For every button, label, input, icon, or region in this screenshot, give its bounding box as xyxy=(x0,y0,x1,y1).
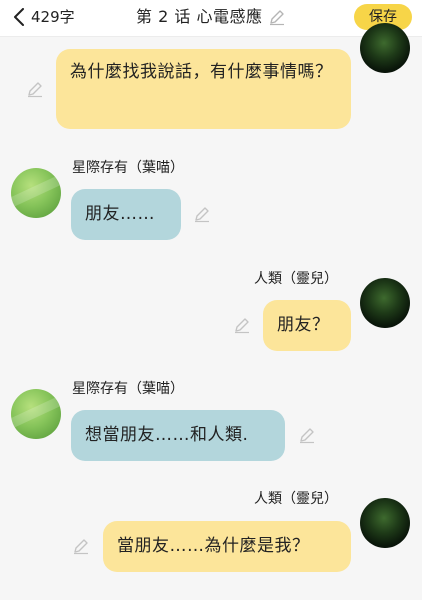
edit-message-icon[interactable] xyxy=(298,426,316,444)
avatar[interactable] xyxy=(11,389,61,439)
speaker-name: 星際存有（葉喵） xyxy=(72,381,184,397)
avatar[interactable] xyxy=(11,168,61,218)
speaker-name: 人類（靈兒） xyxy=(254,271,338,287)
word-count: 429字 xyxy=(31,8,75,26)
edit-message-icon[interactable] xyxy=(233,316,251,334)
chevron-left-icon xyxy=(14,8,24,26)
chapter-title-area[interactable]: 第 2 话 心電感應 xyxy=(136,6,286,28)
edit-message-icon[interactable] xyxy=(193,205,211,223)
speaker-name: 星際存有（葉喵） xyxy=(72,160,184,176)
message-bubble[interactable]: 為什麼找我說話，有什麼事情嗎？ xyxy=(56,49,351,129)
message-bubble[interactable]: 朋友？ xyxy=(263,300,351,351)
chapter-title: 第 2 话 心電感應 xyxy=(136,7,263,26)
top-bar: 429字 第 2 话 心電感應 保存 xyxy=(0,0,422,37)
avatar[interactable] xyxy=(360,278,410,328)
edit-title-icon[interactable] xyxy=(268,8,286,26)
edit-message-icon[interactable] xyxy=(72,537,90,555)
message-bubble[interactable]: 想當朋友……和人類. xyxy=(71,410,285,461)
avatar[interactable] xyxy=(360,498,410,548)
message-bubble[interactable]: 當朋友……為什麼是我？ xyxy=(103,521,351,572)
speaker-name: 人類（靈兒） xyxy=(254,491,338,507)
edit-message-icon[interactable] xyxy=(26,80,44,98)
back-button[interactable] xyxy=(9,7,29,27)
message-bubble[interactable]: 朋友…… xyxy=(71,189,181,240)
avatar[interactable] xyxy=(360,23,410,73)
